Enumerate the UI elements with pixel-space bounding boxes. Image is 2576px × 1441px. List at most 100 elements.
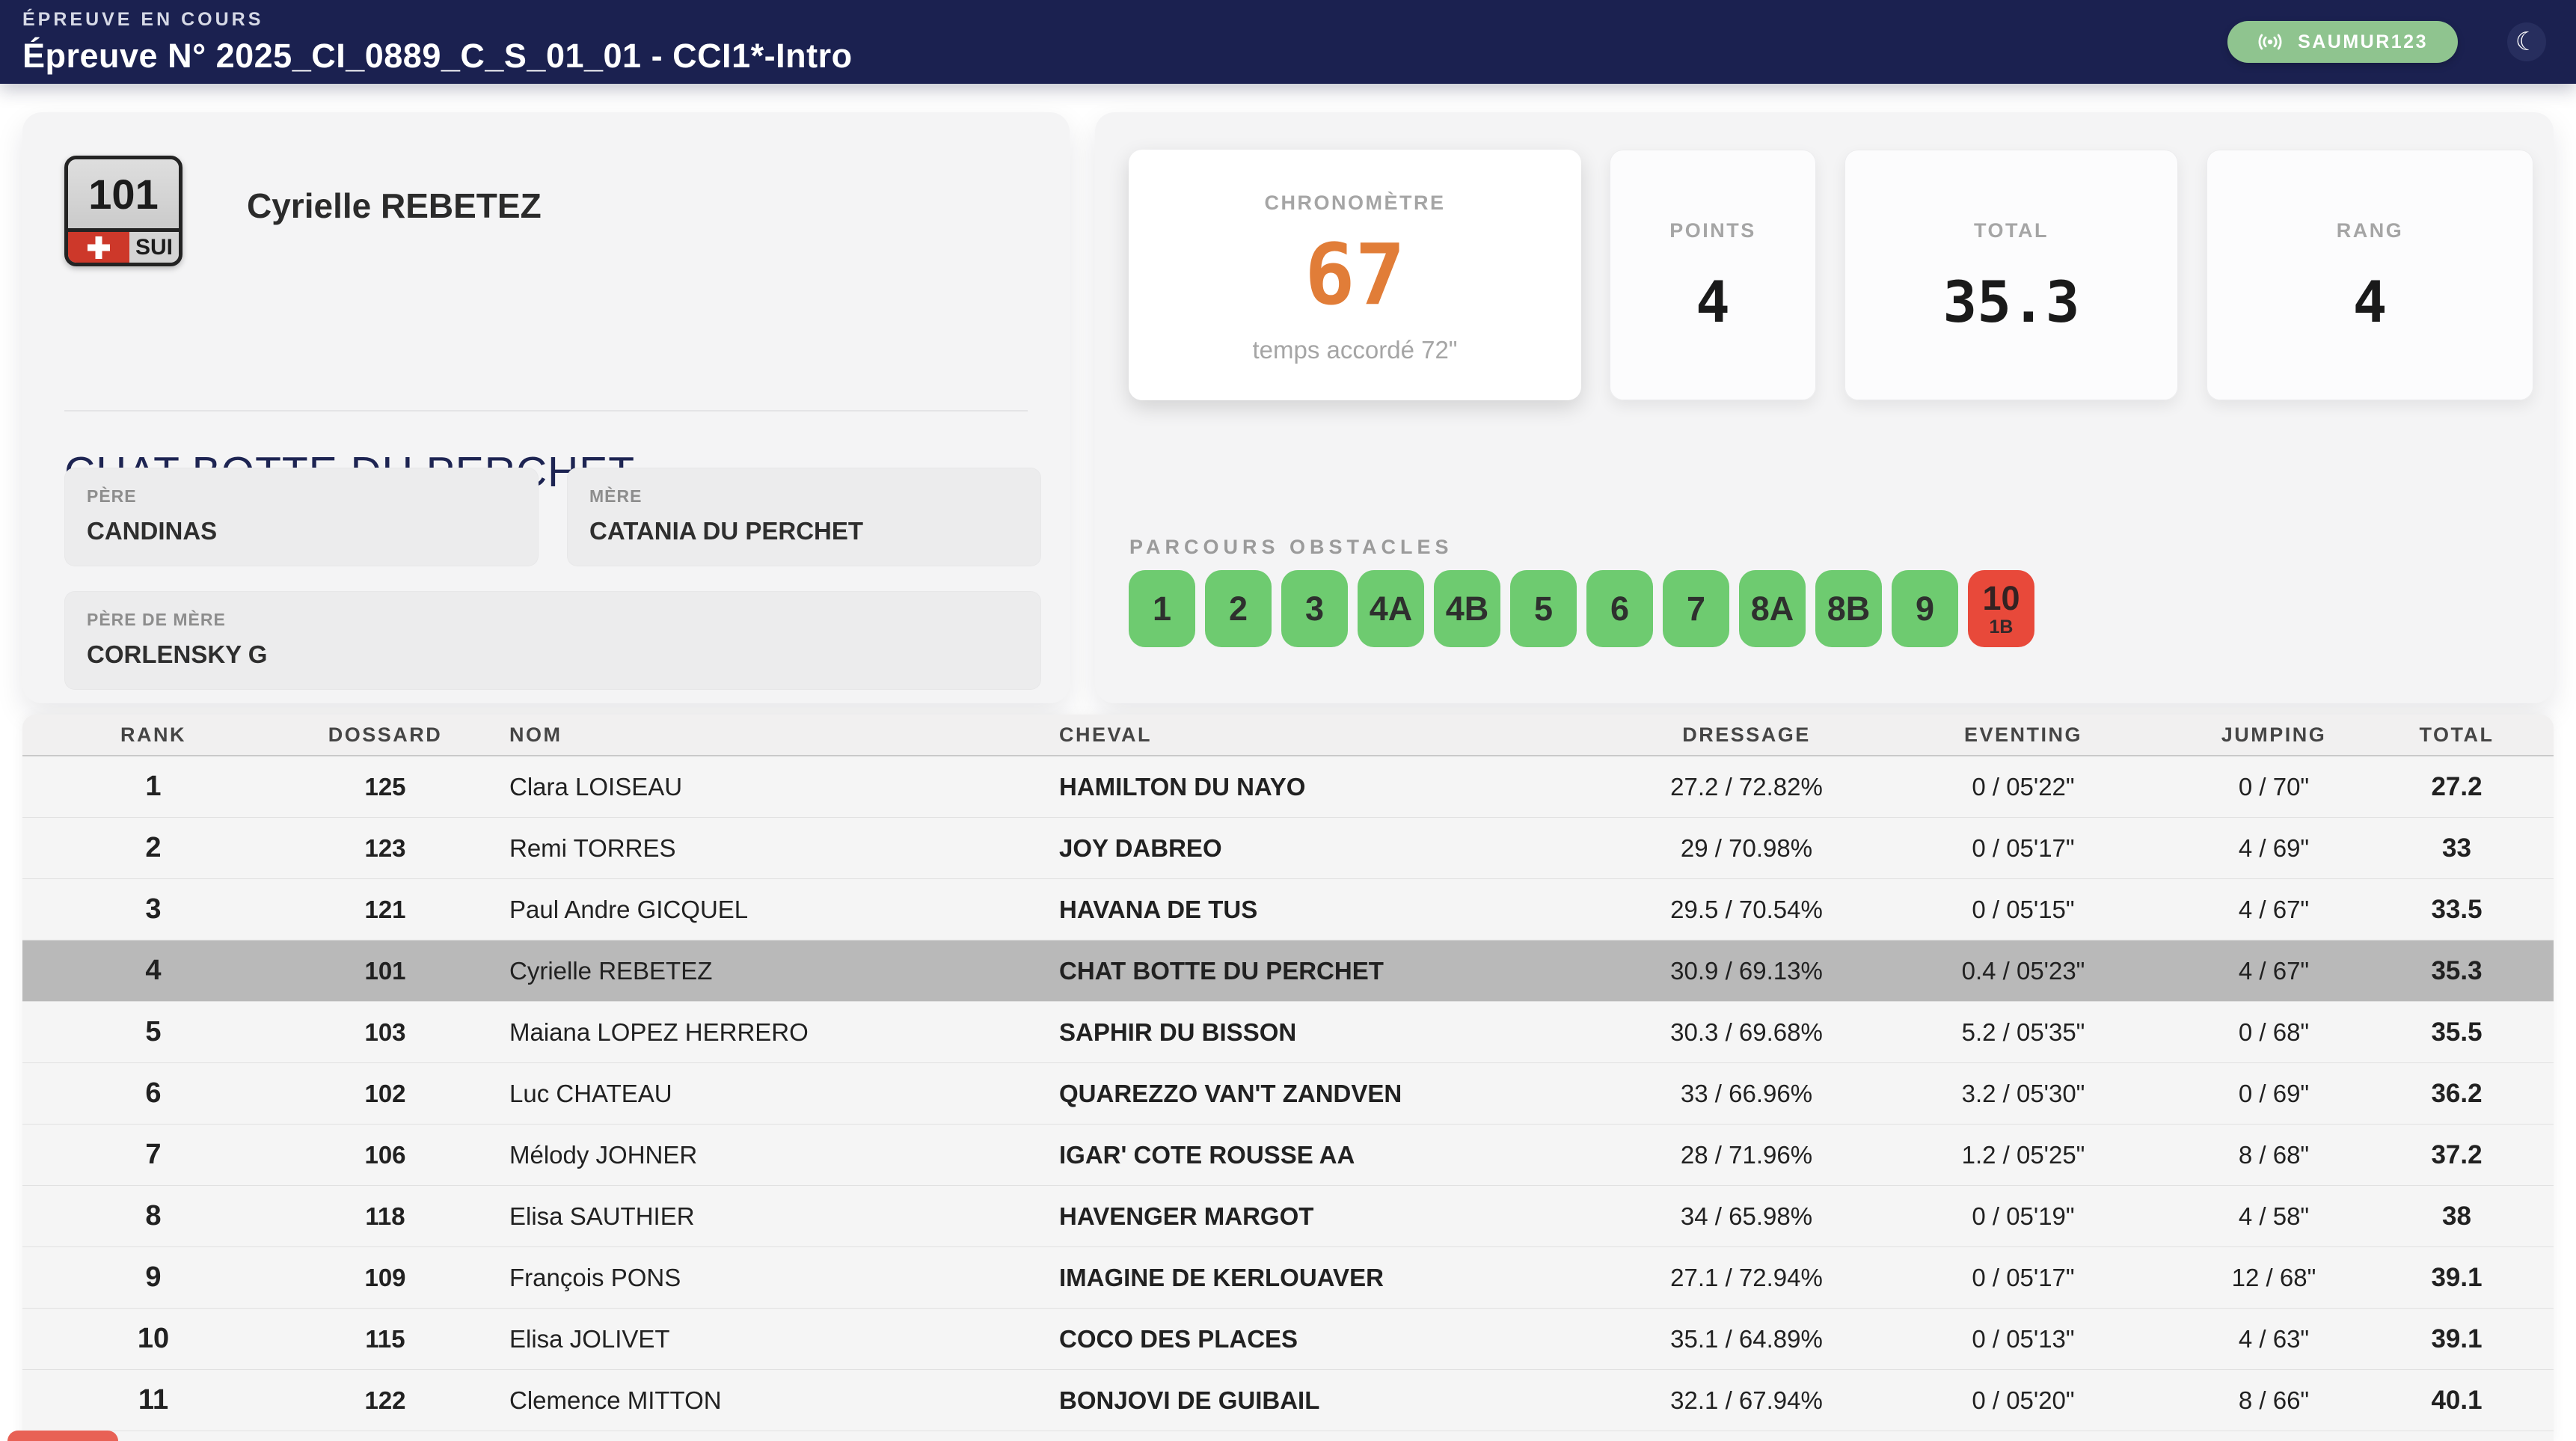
table-row[interactable]: 8 118 Elisa SAUTHIER HAVENGER MARGOT 34 … (22, 1186, 2554, 1247)
obstacle-pill[interactable]: 2 (1205, 570, 1272, 647)
obstacle-pill[interactable]: 4B (1434, 570, 1500, 647)
rider-panel: 101 SUI Cyrielle REBETEZ CHAT BOTTE DU P… (22, 112, 1070, 703)
pedigree-label: PÈRE DE MÈRE (87, 610, 1019, 630)
cell-nom: Remi TORRES (486, 834, 1036, 863)
cell-cheval: HAVANA DE TUS (1036, 896, 1634, 924)
stats-panel: CHRONOMÈTRE 67 temps accordé 72" POINTS … (1095, 112, 2554, 703)
cell-rank: 3 (22, 893, 284, 926)
cell-cheval: SAPHIR DU BISSON (1036, 1018, 1634, 1047)
cell-jumping: 0 / 68" (2188, 1018, 2360, 1047)
cell-total: 37.2 (2360, 1140, 2554, 1170)
cell-cheval: IMAGINE DE KERLOUAVER (1036, 1264, 1634, 1292)
rider-name: Cyrielle REBETEZ (247, 186, 542, 226)
cell-rank: 5 (22, 1016, 284, 1048)
obstacle-number: 7 (1687, 592, 1705, 625)
chronometer-label: CHRONOMÈTRE (1265, 192, 1446, 215)
obstacle-pill[interactable]: 4A (1358, 570, 1424, 647)
event-status-label: ÉPREUVE EN COURS (22, 9, 853, 31)
cell-dossard: 122 (284, 1386, 486, 1415)
table-row[interactable]: 1 125 Clara LOISEAU HAMILTON DU NAYO 27.… (22, 756, 2554, 818)
obstacle-pill[interactable]: 9 (1892, 570, 1958, 647)
cell-jumping: 8 / 68" (2188, 1141, 2360, 1169)
obstacle-number: 1 (1153, 592, 1171, 625)
cell-rank: 2 (22, 832, 284, 864)
cell-jumping: 0 / 70" (2188, 773, 2360, 801)
cell-dossard: 125 (284, 773, 486, 801)
table-row[interactable]: 7 106 Mélody JOHNER IGAR' COTE ROUSSE AA… (22, 1125, 2554, 1186)
cell-dressage: 32.1 / 67.94% (1634, 1386, 1859, 1415)
obstacle-number: 4B (1446, 592, 1489, 625)
obstacle-pill[interactable]: 5 (1510, 570, 1577, 647)
cell-total: 33 (2360, 833, 2554, 863)
rank-value: 4 (2353, 274, 2388, 331)
country-code: SUI (129, 232, 179, 263)
bib-bottom: SUI (68, 228, 179, 263)
cell-dressage: 29.5 / 70.54% (1634, 896, 1859, 924)
obstacle-pill[interactable]: 3 (1281, 570, 1348, 647)
obstacle-pill[interactable]: 10 1B (1968, 570, 2034, 647)
rider-bib: 101 SUI (64, 156, 183, 266)
obstacle-pill[interactable]: 8A (1739, 570, 1806, 647)
cell-rank: 4 (22, 955, 284, 987)
cell-rank: 1 (22, 771, 284, 803)
cell-nom: Clara LOISEAU (486, 773, 1036, 801)
table-row[interactable]: 5 103 Maiana LOPEZ HERRERO SAPHIR DU BIS… (22, 1002, 2554, 1063)
obstacle-number: 3 (1305, 592, 1324, 625)
pedigree-grid: PÈRE CANDINAS MÈRE CATANIA DU PERCHET PÈ… (64, 468, 1041, 690)
moon-icon: ☾ (2515, 27, 2538, 57)
divider (64, 410, 1028, 412)
cell-total: 39.1 (2360, 1324, 2554, 1354)
live-connection-badge[interactable]: SAUMUR123 (2227, 21, 2458, 63)
pedigree-box: MÈRE CATANIA DU PERCHET (567, 468, 1041, 566)
cell-dossard: 123 (284, 834, 486, 863)
table-row[interactable]: 3 121 Paul Andre GICQUEL HAVANA DE TUS 2… (22, 879, 2554, 940)
swiss-flag-icon (68, 232, 129, 263)
obstacle-number: 8A (1751, 592, 1794, 625)
cell-rank: 11 (22, 1384, 284, 1416)
table-row[interactable]: 10 115 Elisa JOLIVET COCO DES PLACES 35.… (22, 1309, 2554, 1370)
cell-total: 39.1 (2360, 1263, 2554, 1293)
cell-eventing: 0 / 05'17" (1859, 1264, 2188, 1292)
bottom-corner-button[interactable] (7, 1431, 118, 1441)
cell-rank: 8 (22, 1200, 284, 1232)
table-row[interactable]: 2 123 Remi TORRES JOY DABREO 29 / 70.98%… (22, 818, 2554, 879)
obstacle-pill[interactable]: 8B (1815, 570, 1882, 647)
obstacle-number: 9 (1916, 592, 1934, 625)
col-dossard: DOSSARD (284, 723, 486, 747)
cell-dossard: 121 (284, 896, 486, 924)
obstacle-number: 2 (1229, 592, 1248, 625)
cell-jumping: 12 / 68" (2188, 1264, 2360, 1292)
cell-eventing: 0 / 05'13" (1859, 1325, 2188, 1353)
rank-label: RANG (2337, 219, 2404, 242)
table-row[interactable]: 11 122 Clemence MITTON BONJOVI DE GUIBAI… (22, 1370, 2554, 1431)
cell-total: 27.2 (2360, 772, 2554, 802)
cell-total: 40.1 (2360, 1386, 2554, 1416)
cell-jumping: 0 / 69" (2188, 1080, 2360, 1108)
obstacle-pill[interactable]: 6 (1586, 570, 1653, 647)
cell-cheval: HAMILTON DU NAYO (1036, 773, 1634, 801)
obstacle-pill[interactable]: 7 (1663, 570, 1729, 647)
dark-mode-toggle[interactable]: ☾ (2507, 22, 2546, 61)
col-jumping: JUMPING (2188, 723, 2360, 747)
cell-nom: Clemence MITTON (486, 1386, 1036, 1415)
obstacle-number: 4A (1370, 592, 1413, 625)
cell-eventing: 3.2 / 05'30" (1859, 1080, 2188, 1108)
table-row[interactable]: 6 102 Luc CHATEAU QUAREZZO VAN'T ZANDVEN… (22, 1063, 2554, 1125)
col-total: TOTAL (2360, 723, 2554, 747)
cell-cheval: IGAR' COTE ROUSSE AA (1036, 1141, 1634, 1169)
pedigree-label: MÈRE (589, 486, 1019, 507)
cell-dossard: 102 (284, 1080, 486, 1108)
table-row[interactable]: 4 101 Cyrielle REBETEZ CHAT BOTTE DU PER… (22, 940, 2554, 1002)
chronometer-card: CHRONOMÈTRE 67 temps accordé 72" (1129, 150, 1581, 400)
cell-dressage: 27.2 / 72.82% (1634, 773, 1859, 801)
pedigree-value: CORLENSKY G (87, 640, 1019, 669)
obstacle-pill[interactable]: 1 (1129, 570, 1195, 647)
cell-cheval: QUAREZZO VAN'T ZANDVEN (1036, 1080, 1634, 1108)
cell-dressage: 34 / 65.98% (1634, 1202, 1859, 1231)
cell-cheval: HAVENGER MARGOT (1036, 1202, 1634, 1231)
cell-eventing: 0 / 05'20" (1859, 1386, 2188, 1415)
total-label: TOTAL (1974, 219, 2049, 242)
table-row[interactable]: 9 109 François PONS IMAGINE DE KERLOUAVE… (22, 1247, 2554, 1309)
cell-cheval: COCO DES PLACES (1036, 1325, 1634, 1353)
cell-dressage: 35.1 / 64.89% (1634, 1325, 1859, 1353)
